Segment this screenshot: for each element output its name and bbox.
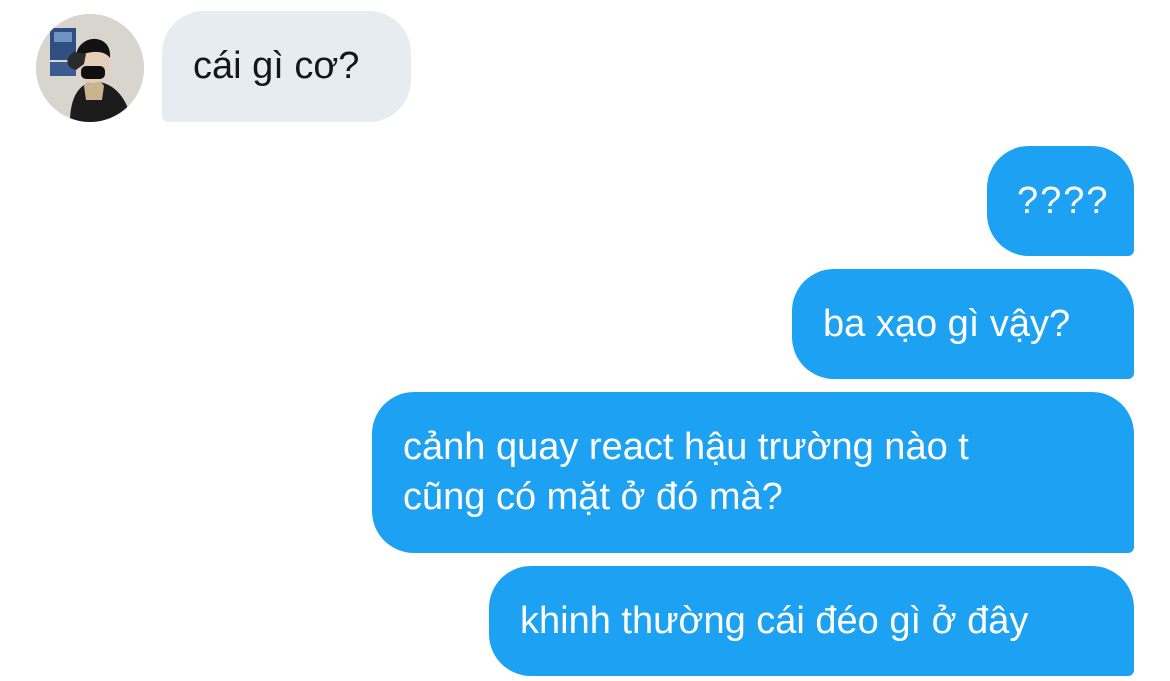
message-bubble-sent[interactable]: cảnh quay react hậu trường nào t cũng có… [372,392,1134,553]
message-bubble-sent[interactable]: ba xạo gì vậy? [792,269,1134,379]
message-text: ???? [1017,180,1110,222]
message-text: khinh thường cái đéo gì ở đây [520,600,1029,642]
message-bubble-received[interactable]: cái gì cơ? [162,11,411,122]
message-text: ba xạo gì vậy? [823,303,1071,345]
message-bubble-sent[interactable]: ???? [987,146,1134,256]
contact-avatar[interactable] [36,14,144,122]
message-bubble-sent[interactable]: khinh thường cái đéo gì ở đây [489,566,1134,676]
message-text: cái gì cơ? [193,45,360,87]
avatar-image [36,14,144,122]
message-text-line: cảnh quay react hậu trường nào t [403,426,969,468]
message-text-line: cũng có mặt ở đó mà? [403,476,783,518]
